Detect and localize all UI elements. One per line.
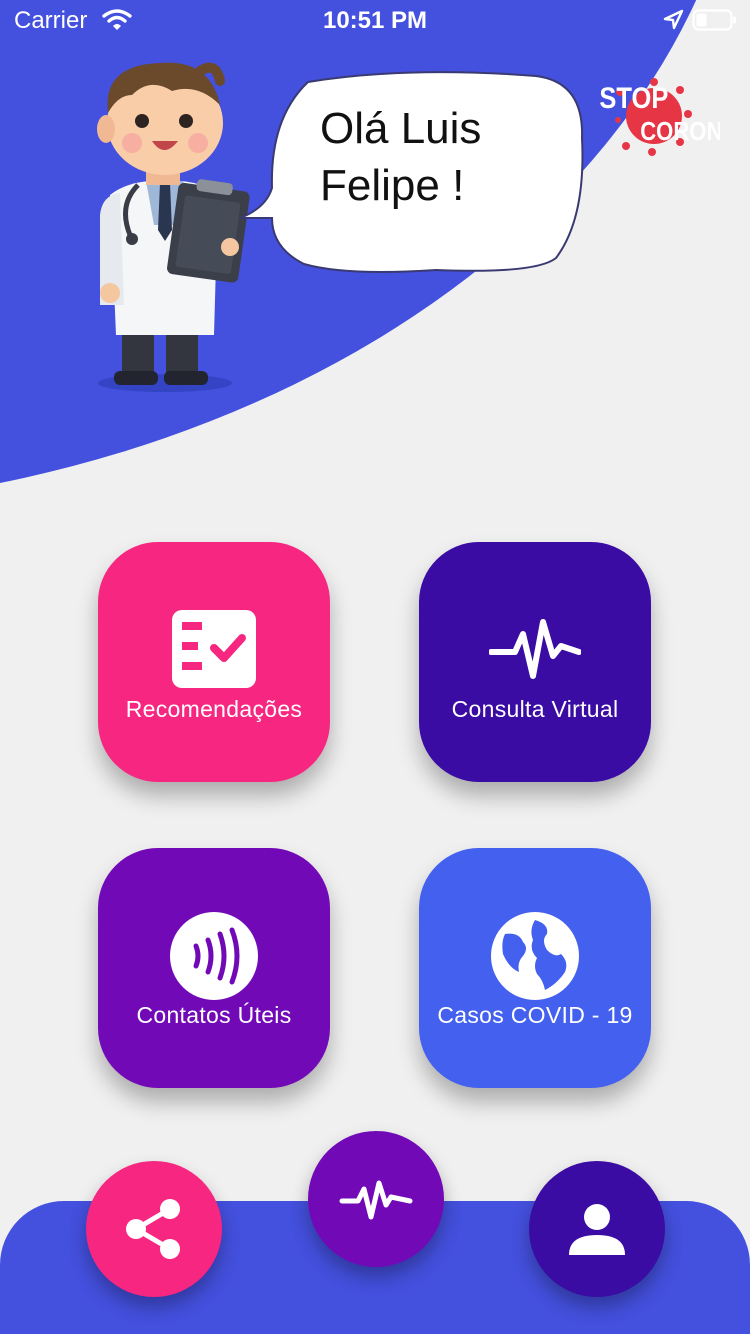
battery-icon xyxy=(692,9,736,31)
person-icon xyxy=(569,1204,625,1255)
stop-corona-logo: STOP CORONA xyxy=(599,78,720,156)
status-bar: Carrier 10:51 PM xyxy=(0,0,750,40)
tile-consulta-virtual[interactable]: Consulta Virtual xyxy=(419,542,651,782)
status-time: 10:51 PM xyxy=(322,7,428,34)
checklist-icon xyxy=(172,610,256,688)
share-icon xyxy=(126,1199,180,1259)
greeting-text: Olá Luis Felipe ! xyxy=(320,104,482,210)
share-button[interactable] xyxy=(86,1161,222,1297)
location-arrow-icon xyxy=(663,9,684,30)
logo-corona-text: CORONA xyxy=(640,117,720,146)
tile-label: Recomendações xyxy=(125,696,303,722)
health-button[interactable] xyxy=(308,1131,444,1267)
heartbeat-icon xyxy=(339,1180,413,1220)
heartbeat-icon xyxy=(489,619,581,679)
contactless-icon xyxy=(170,912,258,1000)
tile-casos-covid[interactable]: Casos COVID - 19 xyxy=(419,848,651,1088)
tile-label: Consulta Virtual xyxy=(451,696,619,722)
globe-icon xyxy=(491,912,579,1000)
logo-stop-text: STOP xyxy=(599,81,668,114)
profile-button[interactable] xyxy=(529,1161,665,1297)
tile-contatos-uteis[interactable]: Contatos Úteis xyxy=(98,848,330,1088)
tile-label: Casos COVID - 19 xyxy=(437,1002,633,1028)
doctor-illustration xyxy=(97,62,250,392)
tile-recomendacoes[interactable]: Recomendações xyxy=(98,542,330,782)
tile-label: Contatos Úteis xyxy=(136,1002,292,1028)
